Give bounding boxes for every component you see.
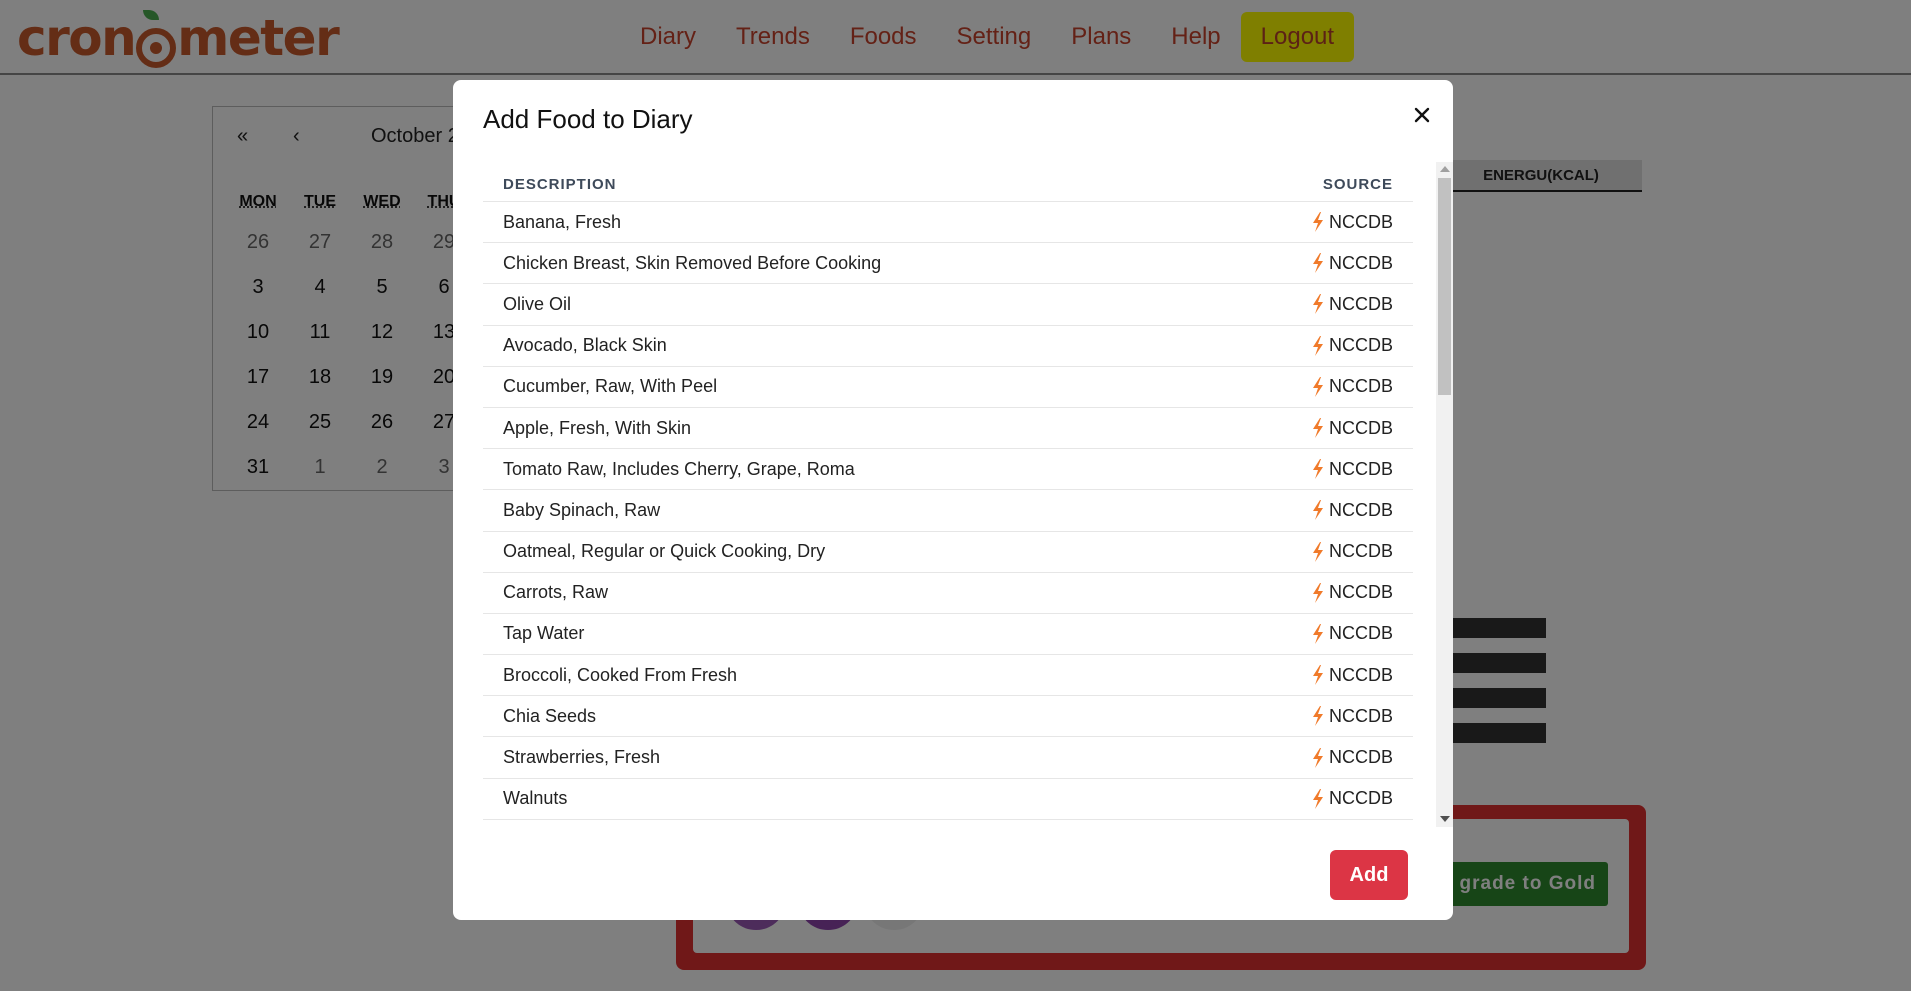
food-description: Strawberries, Fresh <box>503 747 661 768</box>
food-source: NCCDB <box>1312 335 1393 356</box>
lightning-bolt-icon <box>1312 541 1323 562</box>
source-label: NCCDB <box>1328 293 1393 314</box>
lightning-bolt-icon <box>1312 582 1323 603</box>
food-source: NCCDB <box>1312 788 1393 809</box>
lightning-bolt-icon <box>1312 788 1323 809</box>
source-label: NCCDB <box>1328 582 1393 603</box>
source-label: NCCDB <box>1328 417 1393 438</box>
description-column-header[interactable]: DESCRIPTION <box>503 176 617 193</box>
source-label: NCCDB <box>1328 788 1393 809</box>
food-description: Broccoli, Cooked From Fresh <box>503 664 738 685</box>
source-label: NCCDB <box>1328 747 1393 768</box>
food-description: Chia Seeds <box>503 705 597 726</box>
lightning-bolt-icon <box>1312 747 1323 768</box>
table-row[interactable]: Tap Water NCCDB <box>483 614 1413 656</box>
food-source: NCCDB <box>1312 294 1393 315</box>
food-description: Avocado, Black Skin <box>503 335 667 356</box>
food-description: Tomato Raw, Includes Cherry, Grape, Roma <box>503 458 855 479</box>
food-description: Cucumber, Raw, With Peel <box>503 376 718 397</box>
food-source: NCCDB <box>1312 582 1393 603</box>
food-description: Oatmeal, Regular or Quick Cooking, Dry <box>503 541 826 562</box>
food-description: Walnuts <box>503 788 568 809</box>
modal-title: Add Food to Diary <box>483 104 693 134</box>
lightning-bolt-icon <box>1312 212 1323 233</box>
table-row[interactable]: Walnuts NCCDB <box>483 779 1413 820</box>
source-label: NCCDB <box>1328 541 1393 562</box>
table-row[interactable]: Banana, Fresh NCCDB <box>483 202 1413 244</box>
lightning-bolt-icon <box>1312 500 1323 521</box>
food-description: Apple, Fresh, With Skin <box>503 417 692 438</box>
table-row[interactable]: Olive Oil NCCDB <box>483 284 1413 326</box>
source-label: NCCDB <box>1328 664 1393 685</box>
source-label: NCCDB <box>1328 705 1393 726</box>
table-row[interactable]: Avocado, Black Skin NCCDB <box>483 326 1413 367</box>
table-row[interactable]: Strawberries, Fresh NCCDB <box>483 737 1413 779</box>
table-row[interactable]: Oatmeal, Regular or Quick Cooking, Dry NC… <box>483 532 1413 573</box>
lightning-bolt-icon <box>1312 294 1323 315</box>
food-source: NCCDB <box>1312 253 1393 274</box>
table-scrollbar[interactable] <box>1436 162 1453 827</box>
lightning-bolt-icon <box>1312 376 1323 397</box>
source-column-header[interactable]: SOURCE <box>1323 176 1393 193</box>
scrollbar-thumb[interactable] <box>1438 178 1451 395</box>
source-label: NCCDB <box>1328 252 1393 273</box>
table-header: DESCRIPTION SOURCE <box>483 162 1413 202</box>
table-row[interactable]: Broccoli, Cooked From Fresh NCCDB <box>483 655 1413 697</box>
food-source: NCCDB <box>1312 500 1393 521</box>
source-label: NCCDB <box>1328 335 1393 356</box>
source-label: NCCDB <box>1328 499 1393 520</box>
table-body: Banana, Fresh NCCDB Chicken Breast, Skin R… <box>483 202 1413 820</box>
food-source: NCCDB <box>1312 418 1393 439</box>
source-label: NCCDB <box>1328 458 1393 479</box>
food-description: Carrots, Raw <box>503 582 609 603</box>
food-source: NCCDB <box>1312 376 1393 397</box>
lightning-bolt-icon <box>1312 459 1323 480</box>
food-source: NCCDB <box>1312 541 1393 562</box>
source-label: NCCDB <box>1328 623 1393 644</box>
food-source: NCCDB <box>1312 706 1393 727</box>
food-description: Olive Oil <box>503 293 572 314</box>
food-description: Chicken Breast, Skin Removed Before Cook… <box>503 252 882 273</box>
table-row[interactable]: Baby Spinach, Raw NCCDB <box>483 490 1413 532</box>
source-label: NCCDB <box>1328 376 1393 397</box>
source-label: NCCDB <box>1328 211 1393 232</box>
add-button[interactable]: Add <box>1330 850 1408 900</box>
lightning-bolt-icon <box>1312 335 1323 356</box>
food-description: Baby Spinach, Raw <box>503 499 661 520</box>
add-food-modal: Add Food to Diary DESCRIPTION SOURCE Ban… <box>453 80 1453 920</box>
food-source: NCCDB <box>1312 459 1393 480</box>
table-row[interactable]: Carrots, Raw NCCDB <box>483 573 1413 614</box>
food-description: Banana, Fresh <box>503 211 622 232</box>
scroll-down-icon[interactable] <box>1440 816 1450 822</box>
lightning-bolt-icon <box>1312 623 1323 644</box>
food-description: Tap Water <box>503 623 585 644</box>
table-row[interactable]: Apple, Fresh, With Skin NCCDB <box>483 408 1413 450</box>
food-source: NCCDB <box>1312 212 1393 233</box>
lightning-bolt-icon <box>1312 706 1323 727</box>
table-row[interactable]: Tomato Raw, Includes Cherry, Grape, Roma… <box>483 449 1413 491</box>
food-source: NCCDB <box>1312 747 1393 768</box>
close-icon[interactable] <box>1405 98 1439 132</box>
lightning-bolt-icon <box>1312 418 1323 439</box>
food-source: NCCDB <box>1312 623 1393 644</box>
table-row[interactable]: Chia Seeds NCCDB <box>483 696 1413 738</box>
table-row[interactable]: Cucumber, Raw, With Peel NCCDB <box>483 367 1413 408</box>
lightning-bolt-icon <box>1312 665 1323 686</box>
food-table: DESCRIPTION SOURCE Banana, Fresh NCCDB Chi… <box>483 162 1413 822</box>
food-source: NCCDB <box>1312 665 1393 686</box>
table-row[interactable]: Chicken Breast, Skin Removed Before Cook… <box>483 243 1413 285</box>
lightning-bolt-icon <box>1312 253 1323 274</box>
scroll-up-icon[interactable] <box>1440 166 1450 172</box>
